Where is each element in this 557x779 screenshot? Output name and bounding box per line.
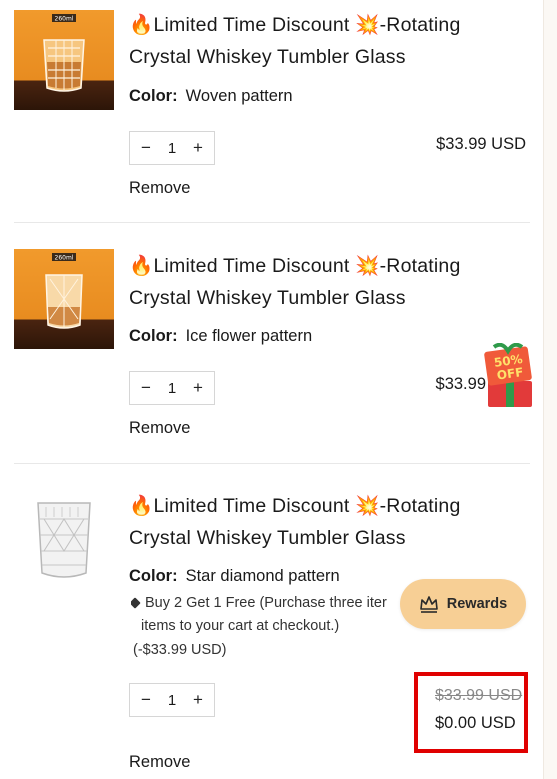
product-title-line: 🔥Limited Time Discount 💥-Rotating xyxy=(129,495,461,517)
quantity-value[interactable]: 1 xyxy=(154,140,190,157)
quantity-stepper: − 1 + xyxy=(129,131,215,165)
remove-button[interactable]: Remove xyxy=(129,179,190,198)
discount-text: Buy 2 Get 1 Free (Purchase three iter xyxy=(145,595,387,611)
price-highlight-box xyxy=(414,672,528,753)
page-right-edge xyxy=(543,0,557,779)
product-image[interactable]: 260ml xyxy=(14,249,114,349)
product-image[interactable]: 260ml xyxy=(14,10,114,110)
quantity-value[interactable]: 1 xyxy=(154,692,190,709)
variant-value: Ice flower pattern xyxy=(185,327,313,345)
item-divider xyxy=(14,463,530,464)
rewards-label: Rewards xyxy=(446,596,508,612)
variant-label: Color: xyxy=(129,567,178,585)
decrease-quantity-button[interactable]: − xyxy=(138,690,154,710)
product-image[interactable] xyxy=(14,489,114,589)
product-title-line: 🔥Limited Time Discount 💥-Rotating xyxy=(129,14,461,36)
variant-label: Color: xyxy=(129,87,178,105)
product-title[interactable]: 🔥Limited Time Discount 💥-Rotating Crysta… xyxy=(129,9,509,73)
crown-icon xyxy=(419,596,438,613)
remove-button[interactable]: Remove xyxy=(129,419,190,438)
quantity-value[interactable]: 1 xyxy=(154,380,190,397)
discount-amount: (-$33.99 USD) xyxy=(133,642,227,658)
quantity-stepper: − 1 + xyxy=(129,371,215,405)
rewards-button[interactable]: Rewards xyxy=(400,579,526,629)
original-price: $33.99 USD xyxy=(435,687,523,704)
increase-quantity-button[interactable]: + xyxy=(190,690,206,710)
item-price: $33.99 USD xyxy=(436,135,526,153)
variant-label: Color: xyxy=(129,327,178,345)
glass-image-icon xyxy=(37,502,91,578)
gift-box-icon: 50% OFF xyxy=(484,342,532,407)
quantity-stepper: − 1 + xyxy=(129,683,215,717)
product-title[interactable]: 🔥Limited Time Discount 💥-Rotating Crysta… xyxy=(129,490,509,554)
variant-value: Star diamond pattern xyxy=(185,567,340,585)
discounted-price: $0.00 USD xyxy=(435,714,516,732)
svg-text:260ml: 260ml xyxy=(55,255,74,262)
discount-tag-icon xyxy=(131,597,141,609)
increase-quantity-button[interactable]: + xyxy=(190,138,206,158)
svg-text:260ml: 260ml xyxy=(55,16,74,23)
product-title[interactable]: 🔥Limited Time Discount 💥-Rotating Crysta… xyxy=(129,250,509,314)
product-title-line: Crystal Whiskey Tumbler Glass xyxy=(129,527,406,549)
item-divider xyxy=(14,222,530,223)
remove-button[interactable]: Remove xyxy=(129,753,190,772)
product-title-line: Crystal Whiskey Tumbler Glass xyxy=(129,46,406,68)
item-price: $33.99 xyxy=(435,375,486,393)
sale-badge[interactable]: 50% OFF xyxy=(482,342,538,409)
decrease-quantity-button[interactable]: − xyxy=(138,138,154,158)
discount-note-continued: items to your cart at checkout.) xyxy=(141,618,340,634)
variant-row: Color: Woven pattern xyxy=(129,87,293,106)
glass-image-icon: 260ml xyxy=(43,14,85,92)
product-title-line: Crystal Whiskey Tumbler Glass xyxy=(129,287,406,309)
discount-note: Buy 2 Get 1 Free (Purchase three iter xyxy=(131,592,401,615)
variant-row: Color: Ice flower pattern xyxy=(129,327,312,346)
increase-quantity-button[interactable]: + xyxy=(190,378,206,398)
glass-image-icon: 260ml xyxy=(45,253,83,329)
variant-value: Woven pattern xyxy=(185,87,293,105)
product-title-line: 🔥Limited Time Discount 💥-Rotating xyxy=(129,255,461,277)
variant-row: Color: Star diamond pattern xyxy=(129,567,340,586)
decrease-quantity-button[interactable]: − xyxy=(138,378,154,398)
